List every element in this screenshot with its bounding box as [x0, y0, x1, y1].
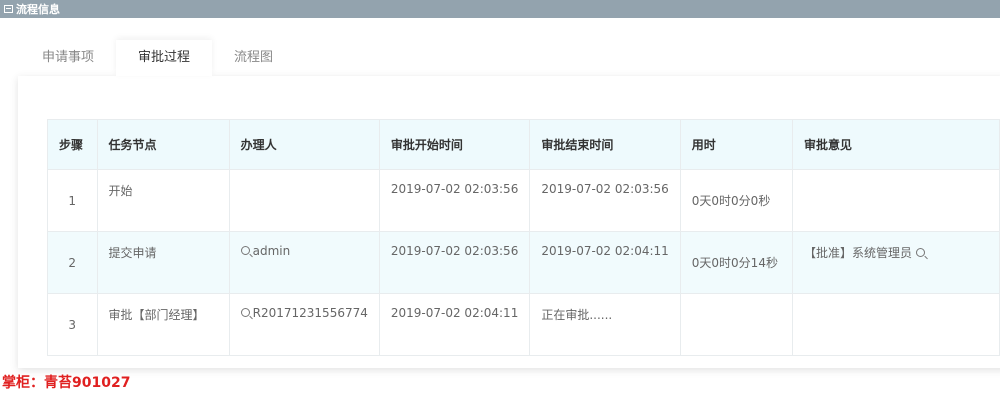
node: 审批【部门经理】	[96, 293, 230, 356]
tab-flowchart[interactable]: 流程图	[212, 40, 295, 76]
handler[interactable]: R20171231556774	[228, 293, 380, 356]
handler-name[interactable]: admin	[253, 244, 291, 258]
handler-name[interactable]: R20171231556774	[253, 306, 368, 320]
start-time: 2019-07-02 02:03:56	[378, 169, 531, 232]
title: 流程信息	[16, 3, 60, 16]
col-handler: 办理人	[228, 119, 380, 170]
search-icon[interactable]	[240, 246, 250, 255]
node: 提交申请	[96, 231, 230, 294]
opinion-text: 【批准】系统管理员	[803, 246, 912, 260]
duration	[679, 293, 793, 356]
col-duration: 用时	[679, 119, 793, 170]
tab-application[interactable]: 申请事项	[20, 40, 116, 76]
step: 1	[47, 169, 98, 232]
tab-approval-process[interactable]: 审批过程	[116, 40, 213, 76]
col-node: 任务节点	[96, 119, 230, 170]
handler	[228, 169, 380, 232]
start-time: 2019-07-02 02:03:56	[378, 231, 531, 294]
table-row: 2 提交申请 admin 2019-07-02 02:03:56 2019-07…	[47, 231, 1000, 294]
node: 开始	[96, 169, 230, 232]
tab-bar: 申请事项 审批过程 流程图	[20, 40, 295, 76]
step: 3	[47, 293, 98, 356]
search-icon[interactable]	[240, 308, 250, 317]
start-time: 2019-07-02 02:04:11	[378, 293, 531, 356]
col-start: 审批开始时间	[378, 119, 531, 170]
col-step: 步骤	[47, 119, 98, 170]
col-end: 审批结束时间	[529, 119, 681, 170]
end-time: 2019-07-02 02:04:11	[529, 231, 681, 294]
opinion: 【批准】系统管理员	[791, 231, 1000, 294]
title-bar: 流程信息	[0, 0, 1000, 18]
table-row: 3 审批【部门经理】 R20171231556774 2019-07-02 02…	[47, 293, 1000, 356]
signature-text: 掌柜：青苔901027	[2, 375, 131, 391]
col-opinion: 审批意见	[791, 119, 1000, 170]
duration: 0天0时0分14秒	[679, 231, 793, 294]
end-time: 2019-07-02 02:03:56	[529, 169, 681, 232]
step: 2	[47, 231, 98, 294]
opinion	[791, 293, 1000, 356]
window-icon	[4, 5, 13, 13]
opinion	[791, 169, 1000, 232]
duration: 0天0时0分0秒	[679, 169, 793, 232]
table-header: 步骤 任务节点 办理人 审批开始时间 审批结束时间 用时 审批意见	[47, 119, 1000, 170]
approval-table: 步骤 任务节点 办理人 审批开始时间 审批结束时间 用时 审批意见 1 开始 2…	[47, 119, 1000, 356]
search-icon[interactable]	[915, 248, 925, 257]
table-row: 1 开始 2019-07-02 02:03:56 2019-07-02 02:0…	[47, 169, 1000, 232]
end-time: 正在审批......	[529, 293, 681, 356]
handler[interactable]: admin	[228, 231, 380, 294]
